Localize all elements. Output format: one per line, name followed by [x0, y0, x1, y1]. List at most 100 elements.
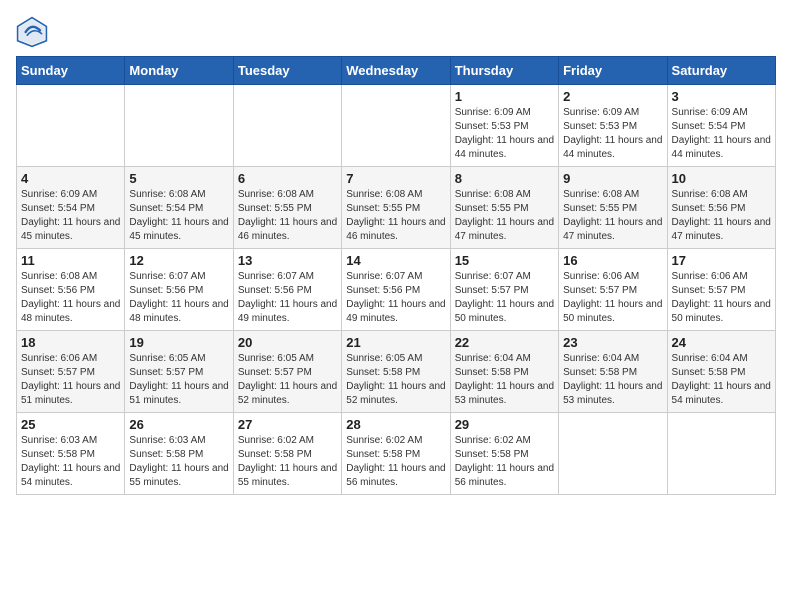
day-number: 28 [346, 417, 445, 432]
day-info: Sunrise: 6:08 AMSunset: 5:54 PMDaylight:… [129, 188, 228, 244]
day-number: 18 [21, 335, 120, 350]
calendar-cell: 26Sunrise: 6:03 AMSunset: 5:58 PMDayligh… [125, 413, 233, 495]
calendar-week-2: 4 Sunrise: 6:09 AMSunset: 5:54 PMDaylight… [17, 167, 776, 249]
day-number: 21 [346, 335, 445, 350]
day-number: 20 [238, 335, 337, 350]
day-number: 23 [563, 335, 662, 350]
day-info: Sunrise: 6:05 AMSunset: 5:58 PMDaylight:… [346, 352, 445, 408]
calendar-cell: 18 Sunrise: 6:06 AMSunset: 5:57 PMDayligh… [17, 331, 125, 413]
calendar-cell [667, 413, 775, 495]
day-number: 9 [563, 171, 662, 186]
calendar-week-3: 11 Sunrise: 6:08 AMSunset: 5:56 PMDayligh… [17, 249, 776, 331]
day-number: 13 [238, 253, 337, 268]
day-number: 1 [455, 89, 554, 104]
calendar-cell: 3 Sunrise: 6:09 AMSunset: 5:54 PMDaylight… [667, 85, 775, 167]
day-info: Sunrise: 6:08 AMSunset: 5:55 PMDaylight:… [346, 188, 445, 244]
day-info: Sunrise: 6:08 AMSunset: 5:55 PMDaylight:… [455, 188, 554, 244]
day-info: Sunrise: 6:02 AMSunset: 5:58 PMDaylight:… [346, 434, 445, 490]
calendar-cell [17, 85, 125, 167]
day-info: Sunrise: 6:04 AMSunset: 5:58 PMDaylight:… [672, 352, 771, 408]
calendar-cell: 5 Sunrise: 6:08 AMSunset: 5:54 PMDaylight… [125, 167, 233, 249]
calendar-week-5: 25 Sunrise: 6:03 AMSunset: 5:58 PMDayligh… [17, 413, 776, 495]
day-info: Sunrise: 6:07 AMSunset: 5:56 PMDaylight:… [129, 270, 228, 326]
day-number: 8 [455, 171, 554, 186]
header-tuesday: Tuesday [233, 57, 341, 85]
logo [16, 16, 52, 48]
day-number: 24 [672, 335, 771, 350]
header-saturday: Saturday [667, 57, 775, 85]
day-number: 15 [455, 253, 554, 268]
calendar-body: 1 Sunrise: 6:09 AMSunset: 5:53 PMDaylight… [17, 85, 776, 495]
day-info: Sunrise: 6:05 AMSunset: 5:57 PMDaylight:… [129, 352, 228, 408]
day-info: Sunrise: 6:07 AMSunset: 5:56 PMDaylight:… [238, 270, 337, 326]
day-number: 2 [563, 89, 662, 104]
calendar-cell [125, 85, 233, 167]
calendar-cell: 21 Sunrise: 6:05 AMSunset: 5:58 PMDayligh… [342, 331, 450, 413]
day-info: Sunrise: 6:09 AMSunset: 5:53 PMDaylight:… [563, 106, 662, 162]
day-number: 27 [238, 417, 337, 432]
day-number: 10 [672, 171, 771, 186]
calendar-header: Sunday Monday Tuesday Wednesday Thursday… [17, 57, 776, 85]
day-number: 11 [21, 253, 120, 268]
calendar-cell: 7Sunrise: 6:08 AMSunset: 5:55 PMDaylight… [342, 167, 450, 249]
calendar-cell: 9Sunrise: 6:08 AMSunset: 5:55 PMDaylight… [559, 167, 667, 249]
calendar-cell: 22 Sunrise: 6:04 AMSunset: 5:58 PMDayligh… [450, 331, 558, 413]
calendar-cell: 11 Sunrise: 6:08 AMSunset: 5:56 PMDayligh… [17, 249, 125, 331]
day-number: 3 [672, 89, 771, 104]
day-info: Sunrise: 6:04 AMSunset: 5:58 PMDaylight:… [563, 352, 662, 408]
day-info: Sunrise: 6:03 AMSunset: 5:58 PMDaylight:… [21, 434, 120, 490]
calendar-cell: 13 Sunrise: 6:07 AMSunset: 5:56 PMDayligh… [233, 249, 341, 331]
calendar-cell: 20 Sunrise: 6:05 AMSunset: 5:57 PMDayligh… [233, 331, 341, 413]
day-info: Sunrise: 6:09 AMSunset: 5:54 PMDaylight:… [21, 188, 120, 244]
calendar-cell [559, 413, 667, 495]
calendar-week-1: 1 Sunrise: 6:09 AMSunset: 5:53 PMDaylight… [17, 85, 776, 167]
day-number: 4 [21, 171, 120, 186]
day-info: Sunrise: 6:08 AMSunset: 5:56 PMDaylight:… [672, 188, 771, 244]
day-number: 14 [346, 253, 445, 268]
calendar-cell: 16 Sunrise: 6:06 AMSunset: 5:57 PMDayligh… [559, 249, 667, 331]
logo-icon [16, 16, 48, 48]
calendar-cell: 23 Sunrise: 6:04 AMSunset: 5:58 PMDayligh… [559, 331, 667, 413]
day-info: Sunrise: 6:08 AMSunset: 5:56 PMDaylight:… [21, 270, 120, 326]
calendar-cell: 24 Sunrise: 6:04 AMSunset: 5:58 PMDayligh… [667, 331, 775, 413]
calendar-cell: 12 Sunrise: 6:07 AMSunset: 5:56 PMDayligh… [125, 249, 233, 331]
days-header-row: Sunday Monday Tuesday Wednesday Thursday… [17, 57, 776, 85]
calendar-cell: 17Sunrise: 6:06 AMSunset: 5:57 PMDayligh… [667, 249, 775, 331]
day-info: Sunrise: 6:06 AMSunset: 5:57 PMDaylight:… [21, 352, 120, 408]
day-info: Sunrise: 6:06 AMSunset: 5:57 PMDaylight:… [563, 270, 662, 326]
day-number: 5 [129, 171, 228, 186]
day-info: Sunrise: 6:05 AMSunset: 5:57 PMDaylight:… [238, 352, 337, 408]
day-number: 16 [563, 253, 662, 268]
calendar-cell [342, 85, 450, 167]
calendar-week-4: 18 Sunrise: 6:06 AMSunset: 5:57 PMDayligh… [17, 331, 776, 413]
day-info: Sunrise: 6:02 AMSunset: 5:58 PMDaylight:… [238, 434, 337, 490]
calendar-cell: 25 Sunrise: 6:03 AMSunset: 5:58 PMDayligh… [17, 413, 125, 495]
calendar-cell: 10 Sunrise: 6:08 AMSunset: 5:56 PMDayligh… [667, 167, 775, 249]
calendar-cell: 15Sunrise: 6:07 AMSunset: 5:57 PMDayligh… [450, 249, 558, 331]
header-thursday: Thursday [450, 57, 558, 85]
calendar-cell: 4 Sunrise: 6:09 AMSunset: 5:54 PMDaylight… [17, 167, 125, 249]
day-number: 22 [455, 335, 554, 350]
calendar-cell: 29Sunrise: 6:02 AMSunset: 5:58 PMDayligh… [450, 413, 558, 495]
day-number: 25 [21, 417, 120, 432]
day-info: Sunrise: 6:04 AMSunset: 5:58 PMDaylight:… [455, 352, 554, 408]
header-friday: Friday [559, 57, 667, 85]
day-number: 12 [129, 253, 228, 268]
calendar-cell: 2 Sunrise: 6:09 AMSunset: 5:53 PMDaylight… [559, 85, 667, 167]
calendar-cell: 28 Sunrise: 6:02 AMSunset: 5:58 PMDayligh… [342, 413, 450, 495]
header-wednesday: Wednesday [342, 57, 450, 85]
header-monday: Monday [125, 57, 233, 85]
calendar-cell: 19Sunrise: 6:05 AMSunset: 5:57 PMDayligh… [125, 331, 233, 413]
calendar-table: Sunday Monday Tuesday Wednesday Thursday… [16, 56, 776, 495]
calendar-cell: 6 Sunrise: 6:08 AMSunset: 5:55 PMDaylight… [233, 167, 341, 249]
calendar-cell [233, 85, 341, 167]
header-sunday: Sunday [17, 57, 125, 85]
day-number: 6 [238, 171, 337, 186]
day-info: Sunrise: 6:02 AMSunset: 5:58 PMDaylight:… [455, 434, 554, 490]
day-info: Sunrise: 6:03 AMSunset: 5:58 PMDaylight:… [129, 434, 228, 490]
day-info: Sunrise: 6:09 AMSunset: 5:54 PMDaylight:… [672, 106, 771, 162]
calendar-cell: 8 Sunrise: 6:08 AMSunset: 5:55 PMDaylight… [450, 167, 558, 249]
calendar-cell: 27 Sunrise: 6:02 AMSunset: 5:58 PMDayligh… [233, 413, 341, 495]
day-number: 17 [672, 253, 771, 268]
day-info: Sunrise: 6:08 AMSunset: 5:55 PMDaylight:… [238, 188, 337, 244]
